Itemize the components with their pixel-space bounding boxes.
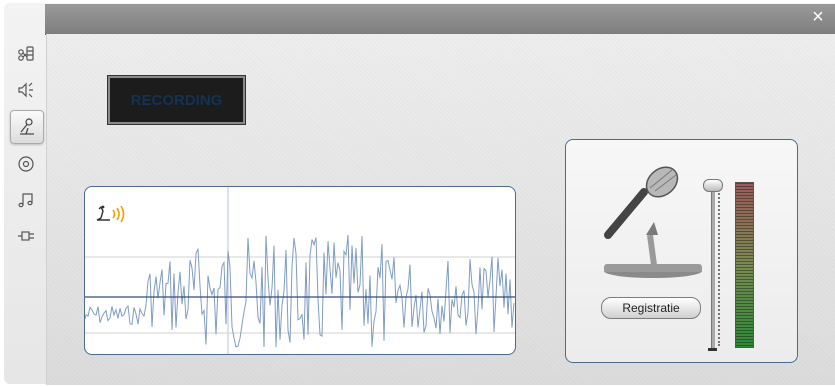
waveform-panel [84, 186, 516, 355]
recording-display: RECORDING [108, 76, 245, 124]
voice-activity-icon [96, 205, 125, 223]
microphone-illustration [604, 166, 702, 278]
title-bar: × [45, 4, 835, 35]
music-note-icon [18, 193, 33, 208]
microphone-icon [20, 118, 34, 135]
speaker-icon [18, 82, 33, 98]
level-meter [735, 182, 754, 348]
record-button[interactable]: Registratie [601, 297, 701, 319]
slider-tick-marks [718, 186, 722, 346]
audio-waveform [85, 235, 515, 348]
sidebar-item-disc[interactable] [10, 148, 42, 180]
plug-icon [18, 231, 34, 241]
sidebar-item-music[interactable] [10, 184, 42, 216]
waveform-graph [85, 187, 515, 354]
slider-bottom-mark [708, 348, 717, 351]
slider-handle[interactable] [703, 179, 723, 193]
close-button[interactable]: × [807, 6, 829, 28]
sidebar-item-connect[interactable] [10, 220, 42, 252]
meter-segments [736, 183, 753, 347]
microphone-panel: Registratie [565, 139, 798, 363]
slider-track [711, 180, 715, 348]
disc-icon [18, 156, 34, 172]
sidebar-item-record[interactable] [10, 110, 44, 144]
sidebar-item-edit[interactable] [10, 38, 42, 70]
recording-status-text: RECORDING [130, 91, 223, 109]
edit-media-icon [18, 46, 34, 61]
sidebar-item-audio[interactable] [10, 74, 42, 106]
sidebar [8, 38, 44, 256]
